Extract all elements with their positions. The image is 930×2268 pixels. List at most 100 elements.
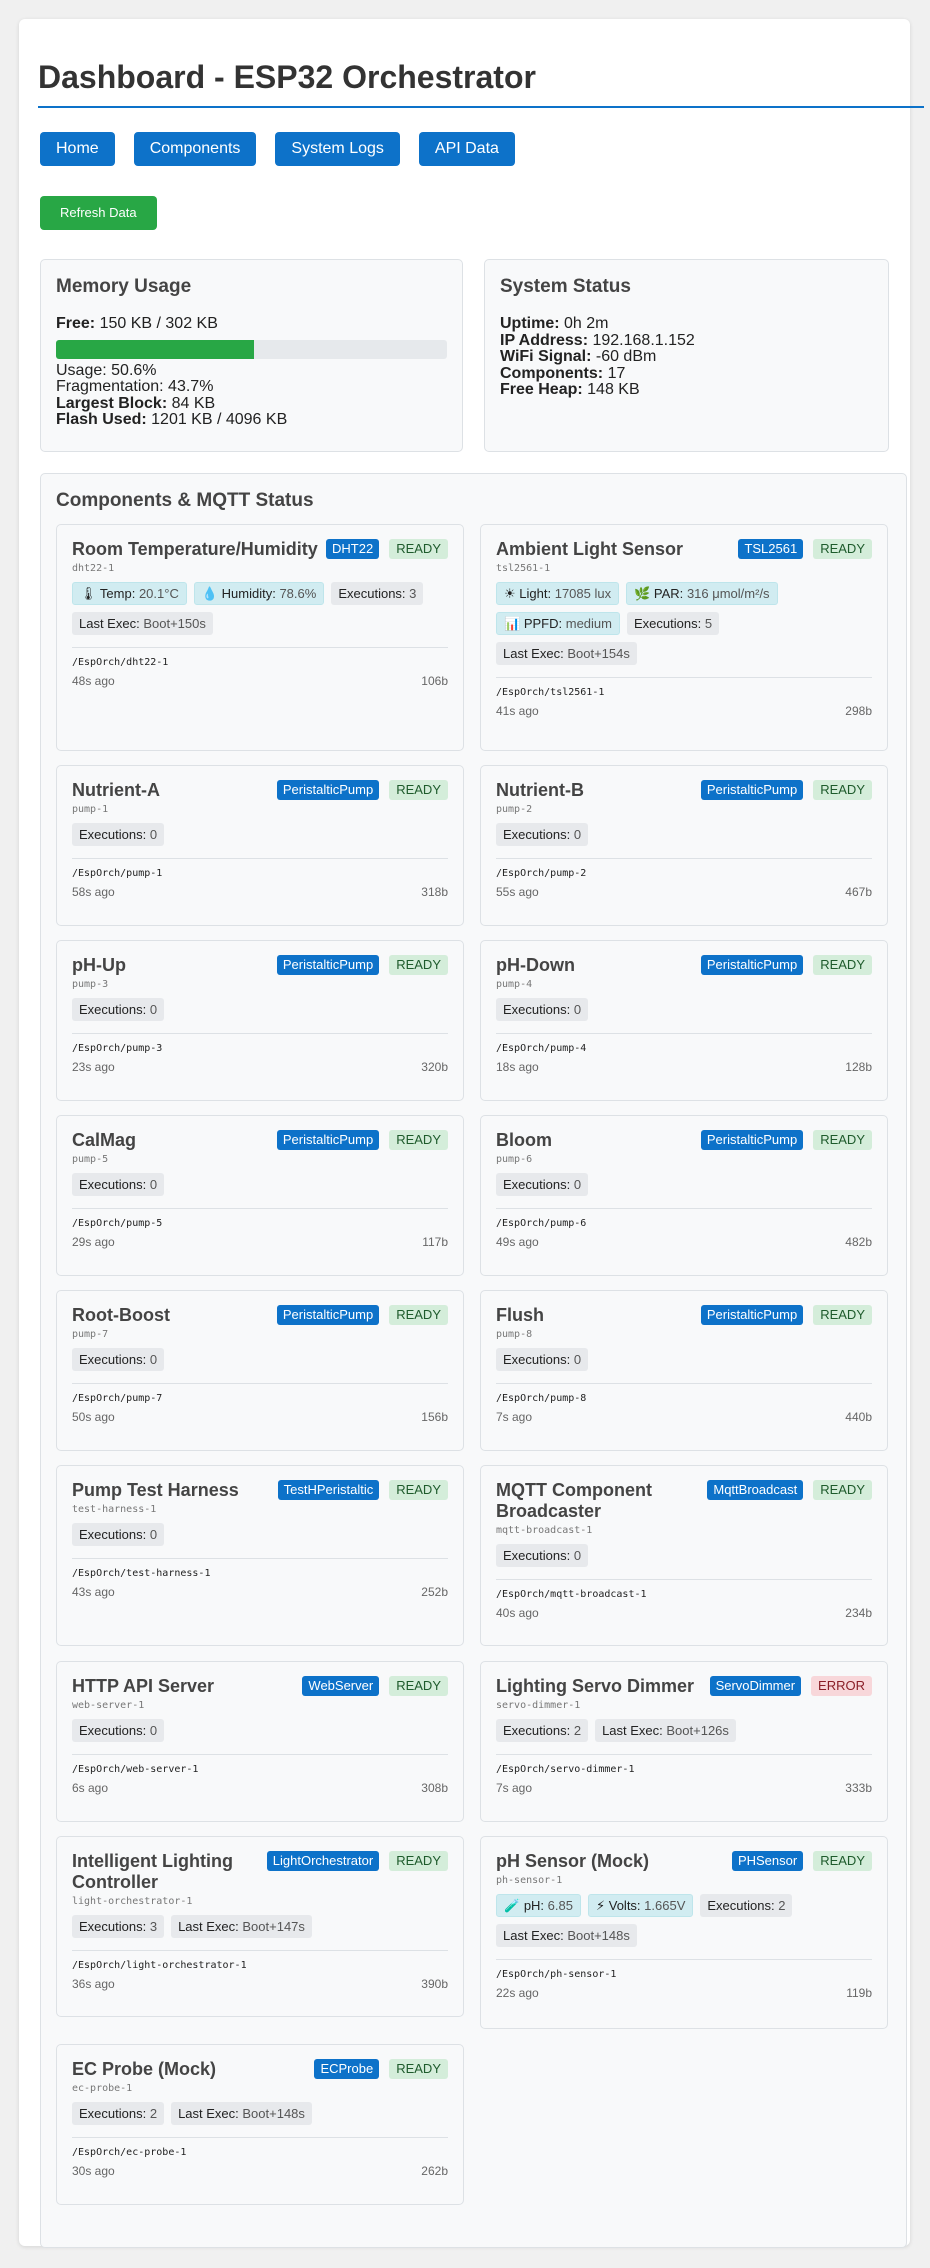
mqtt-meta: 7s ago 333b [496, 1781, 872, 1795]
component-card[interactable]: Flush PeristalticPump READY pump-8 Execution… [480, 1290, 888, 1451]
mqtt-payload-size: 440b [845, 1410, 872, 1424]
component-card-header: Nutrient-B PeristalticPump READY [496, 780, 872, 801]
stat-chip: Last Exec: Boot+148s [171, 2102, 312, 2125]
mqtt-payload-size: 252b [421, 1585, 448, 1599]
component-card[interactable]: Pump Test Harness TestHPeristaltic READY te… [56, 1465, 464, 1646]
components-section: Components & MQTT Status Room Temperatur… [40, 473, 907, 2248]
component-card[interactable]: Ambient Light Sensor TSL2561 READY tsl2561-… [480, 524, 888, 751]
chip-label: Executions: [79, 2106, 147, 2121]
mqtt-last-seen: 41s ago [496, 704, 539, 718]
mqtt-payload-size: 117b [422, 1235, 448, 1249]
refresh-data-button[interactable]: Refresh Data [40, 196, 157, 230]
mqtt-meta: 55s ago 467b [496, 885, 872, 899]
component-card[interactable]: MQTT Component Broadcaster MqttBroadcast R… [480, 1465, 888, 1646]
component-chips: Executions: 0 [496, 1348, 856, 1371]
mqtt-topic: /EspOrch/pump-7 [72, 1393, 163, 1404]
component-status-badge: READY [813, 539, 872, 559]
component-name: Bloom [496, 1130, 552, 1150]
mqtt-topic: /EspOrch/pump-5 [72, 1218, 163, 1229]
component-card[interactable]: Lighting Servo Dimmer ServoDimmer ERROR ser… [480, 1661, 888, 1822]
system-ip-row: IP Address: 192.168.1.152 [500, 332, 873, 350]
component-divider [72, 1754, 448, 1755]
chip-label: Last Exec: [79, 616, 140, 631]
component-card[interactable]: Nutrient-A PeristalticPump READY pump-1 Exec… [56, 765, 464, 926]
component-name: pH-Down [496, 955, 575, 975]
stat-chip: Executions: 0 [72, 823, 165, 846]
component-card-header: CalMag PeristalticPump READY [72, 1130, 448, 1151]
mqtt-topic: /EspOrch/mqtt-broadcast-1 [496, 1589, 647, 1600]
mqtt-meta: 23s ago 320b [72, 1060, 448, 1074]
nav-components-button[interactable]: Components [133, 132, 257, 166]
component-card[interactable]: pH-Up PeristalticPump READY pump-3 Execution… [56, 940, 464, 1101]
component-card[interactable]: pH Sensor (Mock) PHSensor READY ph-sensor-1… [480, 1836, 888, 2029]
mqtt-meta: 6s ago 308b [72, 1781, 448, 1795]
component-card[interactable]: Intelligent Lighting Controller LightOrch… [56, 1836, 464, 2017]
chip-value: Boot+148s [242, 2106, 305, 2121]
component-card[interactable]: Room Temperature/Humidity DHT22 READY dht22… [56, 524, 464, 751]
component-type-badge: PeristalticPump [276, 955, 380, 975]
component-id: test-harness-1 [72, 1504, 157, 1515]
component-divider [72, 2137, 448, 2138]
component-type-badge: MqttBroadcast [707, 1480, 804, 1500]
mqtt-meta: 48s ago 106b [72, 674, 448, 688]
component-id: mqtt-broadcast-1 [496, 1525, 593, 1536]
chip-label: Executions: [79, 1352, 147, 1367]
chip-label: Last Exec: [503, 1928, 564, 1943]
component-divider [72, 1950, 448, 1951]
nav-home-button[interactable]: Home [40, 132, 115, 166]
component-divider [72, 1208, 448, 1209]
system-status-panel: System Status Uptime: 0h 2m IP Address: … [484, 259, 889, 452]
mqtt-topic: /EspOrch/light-orchestrator-1 [72, 1960, 247, 1971]
mqtt-payload-size: 482b [845, 1235, 872, 1249]
component-card[interactable]: HTTP API Server WebServer READY web-server-… [56, 1661, 464, 1822]
chip-value: Boot+154s [567, 646, 630, 661]
mqtt-topic: /EspOrch/pump-4 [496, 1043, 587, 1054]
lightning-icon: ⚡ [595, 1898, 606, 1913]
stat-chip: Last Exec: Boot+150s [72, 612, 213, 635]
overview-panels: Memory Usage Free: 150 KB / 302 KB Usage… [40, 259, 889, 452]
component-card[interactable]: pH-Down PeristalticPump READY pump-4 Executi… [480, 940, 888, 1101]
sensor-reading-chip: ⚡ Volts: 1.665V [587, 1894, 694, 1917]
mqtt-payload-size: 234b [845, 1606, 872, 1620]
component-status-badge: READY [813, 1305, 872, 1325]
chip-value: 316 μmol/m²/s [686, 586, 770, 601]
mqtt-topic: /EspOrch/pump-3 [72, 1043, 163, 1054]
mqtt-last-seen: 55s ago [496, 885, 539, 899]
component-card[interactable]: Root-Boost PeristalticPump READY pump-7 Exec… [56, 1290, 464, 1451]
component-type-badge: DHT22 [326, 539, 380, 559]
chart-icon: 📊 [504, 616, 521, 631]
component-chips: Executions: 0 [496, 1544, 856, 1567]
sensor-reading-chip: 🧪 pH: 6.85 [496, 1894, 581, 1917]
component-divider [72, 647, 448, 648]
stat-chip: Executions: 0 [496, 1544, 589, 1567]
system-heap-row: Free Heap: 148 KB [500, 381, 873, 399]
nav-system-logs-button[interactable]: System Logs [275, 132, 400, 166]
mqtt-last-seen: 29s ago [72, 1235, 115, 1249]
component-badges: PeristalticPump READY [700, 955, 872, 975]
stat-chip: Executions: 0 [72, 1348, 165, 1371]
component-name: Root-Boost [72, 1305, 170, 1325]
component-status-badge: READY [389, 539, 448, 559]
chip-value: Boot+150s [143, 616, 206, 631]
component-card[interactable]: CalMag PeristalticPump READY pump-5 Executio… [56, 1115, 464, 1276]
mqtt-topic: /EspOrch/pump-1 [72, 868, 163, 879]
component-card[interactable]: Bloom PeristalticPump READY pump-6 Execution… [480, 1115, 888, 1276]
chip-value: 17085 lux [554, 586, 612, 601]
component-card[interactable]: EC Probe (Mock) ECProbe READY ec-probe-1 Exe… [56, 2044, 464, 2205]
component-badges: PeristalticPump READY [276, 955, 448, 975]
component-badges: ServoDimmer ERROR [709, 1676, 872, 1696]
chip-value: 2 [573, 1723, 582, 1738]
mqtt-last-seen: 7s ago [496, 1410, 533, 1424]
component-divider [496, 1959, 872, 1960]
component-id: pump-4 [496, 979, 533, 990]
chip-value: 0 [149, 1527, 158, 1542]
mqtt-payload-size: 467b [845, 885, 872, 899]
chip-value: 0 [149, 1177, 158, 1192]
component-divider [72, 1383, 448, 1384]
chip-value: 0 [573, 1548, 582, 1563]
mqtt-payload-size: 333b [845, 1781, 872, 1795]
memory-free-label: Free: [56, 315, 96, 332]
nav-api-data-button[interactable]: API Data [418, 132, 515, 166]
component-card[interactable]: Nutrient-B PeristalticPump READY pump-2 Exec… [480, 765, 888, 926]
component-chips: 🌡 Temp: 20.1°C 💧 Humidity: 78.6% Execution… [72, 582, 432, 635]
